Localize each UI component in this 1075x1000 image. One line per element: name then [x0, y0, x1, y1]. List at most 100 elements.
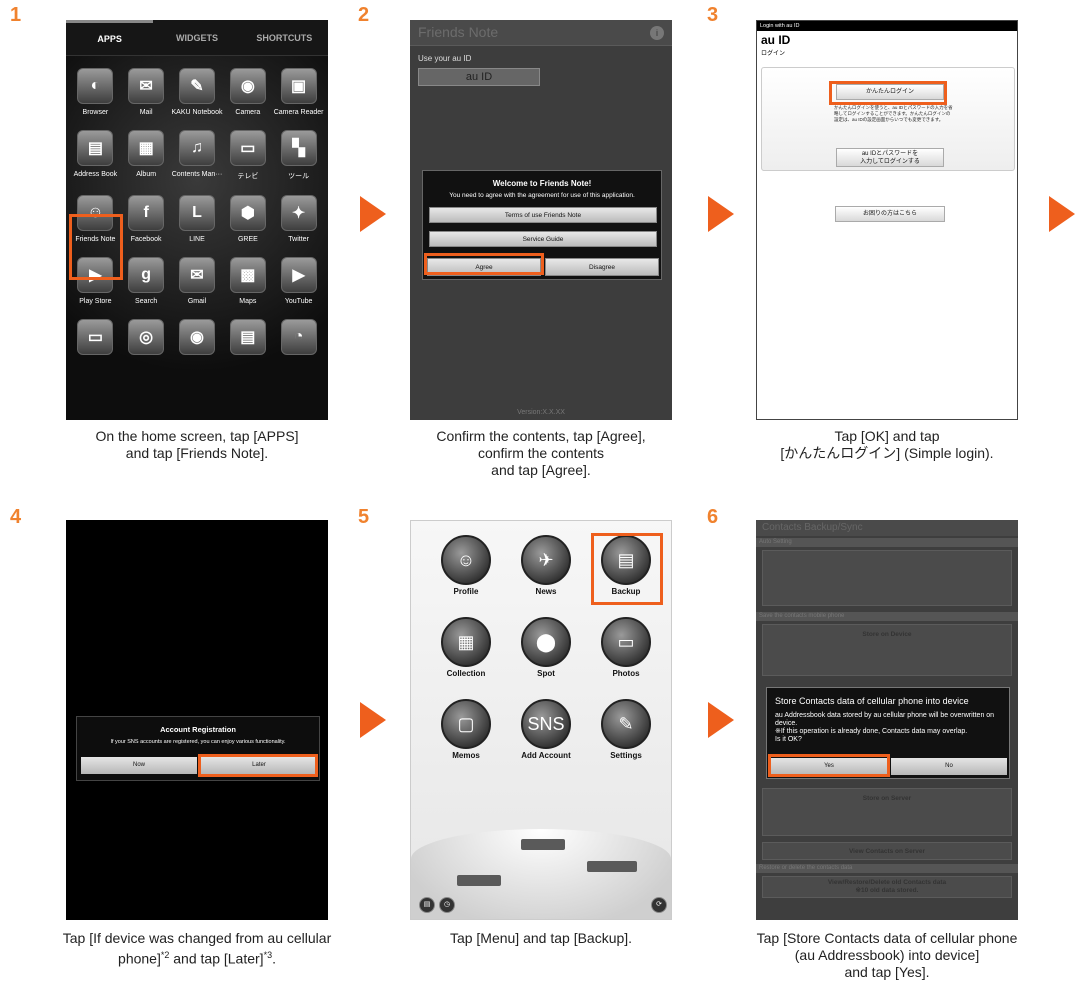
menu-icon: ✎	[601, 699, 651, 749]
next-arrow-icon	[708, 702, 734, 738]
app-label: Search	[135, 298, 158, 305]
screen-menu: ☺ Profile ✈ News ▤ Backup ▦ Collection ⬤ Spot ▭ Pho…	[410, 520, 672, 920]
caption-step-1: On the home screen, tap [APPS] and tap […	[32, 428, 362, 462]
store-server-panel: Store on Server	[762, 788, 1012, 836]
screen-account-registration: Account Registration If your SNS account…	[66, 520, 328, 920]
tab-widgets[interactable]: WIDGETS	[153, 20, 240, 55]
step-number-2: 2	[358, 4, 370, 26]
caption-line: Tap [Store Contacts data of cellular pho…	[756, 930, 1018, 946]
timeline-icon[interactable]: ◷	[439, 897, 455, 913]
menu-icon: ▢	[441, 699, 491, 749]
caption-line: Confirm the contents, tap [Agree],	[436, 428, 646, 444]
app-label: KAKU Notebook	[171, 109, 223, 116]
step-number-4: 4	[10, 506, 22, 528]
app-item[interactable]: ▦ Album	[121, 130, 172, 181]
menu-label: Add Account	[521, 751, 571, 760]
menu-icon: ✈	[521, 535, 571, 585]
id-password-login-button[interactable]: au IDとパスワードを 入力してログインする	[836, 148, 944, 167]
app-item[interactable]: ▚ ツール	[273, 130, 324, 181]
caption-line: [かんたんログイン] (Simple login).	[780, 445, 994, 461]
menu-item-profile[interactable]: ☺ Profile	[433, 535, 499, 596]
footnote-3: *3	[263, 950, 273, 960]
now-button[interactable]: Now	[81, 757, 197, 774]
highlight-agree	[424, 253, 544, 275]
help-button[interactable]: お困りの方はこちら	[835, 206, 945, 222]
step-number-5: 5	[358, 506, 370, 528]
app-item[interactable]: ✎ KAKU Notebook	[171, 68, 223, 116]
no-button[interactable]: No	[891, 758, 1007, 775]
app-item[interactable]: ◔	[273, 319, 324, 360]
menu-label: News	[535, 587, 557, 596]
caption-step-3: Tap [OK] and tap [かんたんログイン] (Simple logi…	[722, 428, 1052, 462]
caption-step-4: Tap [If device was changed from au cellu…	[32, 930, 362, 968]
view-restore-button[interactable]: View/Restore/Delete old Contacts data ※1…	[762, 876, 1012, 898]
menu-item-settings[interactable]: ✎ Settings	[593, 699, 659, 760]
app-icon: ▭	[229, 130, 266, 166]
app-item[interactable]: ◉ Camera	[222, 68, 273, 116]
caption-step-6: Tap [Store Contacts data of cellular pho…	[722, 930, 1052, 981]
friend-tag	[457, 875, 501, 886]
app-item[interactable]: ⬢ GREE	[222, 195, 273, 243]
menu-icon: ▦	[441, 617, 491, 667]
app-title: Friends Note	[418, 24, 499, 40]
app-icon: ✉	[178, 257, 215, 293]
app-item[interactable]: ▤	[222, 319, 273, 360]
caption-line: Tap [If device was changed from au cellu…	[62, 930, 332, 946]
app-item[interactable]: ▣ Camera Reader	[273, 68, 324, 116]
app-item[interactable]: L LINE	[172, 195, 223, 243]
menu-item-spot[interactable]: ⬤ Spot	[513, 617, 579, 678]
app-label: Play Store	[79, 298, 112, 305]
contacts-icon[interactable]: ▤	[419, 897, 435, 913]
view-server-button[interactable]: View Contacts on Server	[762, 842, 1012, 860]
app-item[interactable]: g Search	[121, 257, 172, 305]
app-item[interactable]: ✉ Gmail	[172, 257, 223, 305]
menu-label: Memos	[452, 751, 480, 760]
app-icon: ▚	[280, 130, 317, 166]
app-item[interactable]: ◉	[172, 319, 223, 360]
menu-item-add-account[interactable]: SNS Add Account	[513, 699, 579, 760]
menu-item-collection[interactable]: ▦ Collection	[433, 617, 499, 678]
title-bar: Friends Note i	[410, 20, 672, 46]
use-au-id-label: Use your au ID	[418, 54, 472, 63]
disagree-button[interactable]: Disagree	[545, 258, 659, 276]
app-label: Facebook	[130, 236, 162, 243]
au-id-button[interactable]: au ID	[418, 68, 540, 86]
app-item[interactable]: ▤ Address Book	[70, 130, 121, 181]
next-arrow-icon	[1049, 196, 1075, 232]
tab-shortcuts[interactable]: SHORTCUTS	[241, 20, 328, 55]
menu-label: Spot	[537, 669, 555, 678]
app-item[interactable]: ▭ テレビ	[222, 130, 273, 181]
app-label: Maps	[239, 298, 257, 305]
app-item[interactable]: ◎	[121, 319, 172, 360]
menu-icon: ⬤	[521, 617, 571, 667]
app-item[interactable]: ▭	[70, 319, 121, 360]
tab-apps[interactable]: APPS	[66, 20, 154, 55]
step-number-3: 3	[707, 4, 719, 26]
app-icon: ▤	[77, 130, 114, 166]
menu-item-news[interactable]: ✈ News	[513, 535, 579, 596]
menu-item-photos[interactable]: ▭ Photos	[593, 617, 659, 678]
app-item[interactable]: ◐ Browser	[70, 68, 121, 116]
stored-count-label: ※10 old data stored.	[855, 887, 919, 894]
caption-line: Tap [OK] and tap	[834, 428, 940, 444]
refresh-icon[interactable]: ⟳	[651, 897, 667, 913]
version-label: Version:X.X.XX	[517, 409, 565, 416]
view-server-label: View Contacts on Server	[848, 848, 926, 855]
app-item[interactable]: f Facebook	[121, 195, 172, 243]
app-icon: ✦	[280, 195, 317, 231]
app-label: Camera	[235, 109, 261, 116]
app-item[interactable]: ▩ Maps	[222, 257, 273, 305]
app-item[interactable]: ✦ Twitter	[273, 195, 324, 243]
step-number-6: 6	[707, 506, 719, 528]
app-item[interactable]: ♫ Contents Man···	[172, 130, 223, 181]
info-icon[interactable]: i	[650, 26, 664, 40]
app-label: Browser	[82, 109, 109, 116]
terms-button[interactable]: Terms of use Friends Note	[429, 207, 657, 223]
service-guide-button[interactable]: Service Guide	[429, 231, 657, 247]
app-icon: ♫	[178, 130, 215, 166]
app-item[interactable]: ▶ YouTube	[273, 257, 324, 305]
app-item[interactable]: ✉ Mail	[121, 68, 172, 116]
app-icon: ▦	[128, 130, 165, 166]
app-label: Twitter	[288, 236, 309, 243]
menu-item-memos[interactable]: ▢ Memos	[433, 699, 499, 760]
